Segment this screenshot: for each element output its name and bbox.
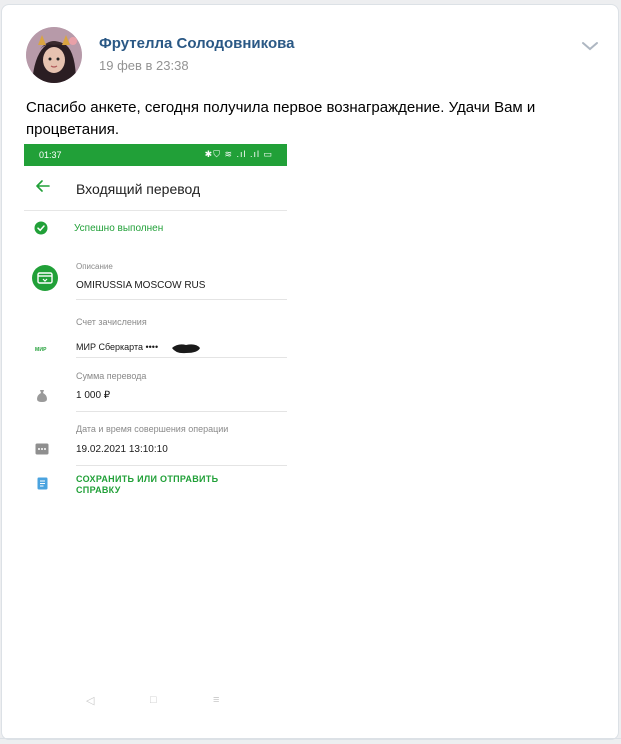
status-success: Успешно выполнен — [74, 223, 164, 234]
mir-logo: МИР — [35, 347, 47, 353]
status-icons: ✱⛉ ≋ .ıl .ıl ▭ — [204, 149, 273, 159]
divider — [76, 357, 287, 358]
transfer-title: Входящий перевод — [76, 181, 201, 197]
amount-label: Сумма перевода — [76, 371, 147, 381]
back-arrow-icon — [36, 180, 50, 192]
check-circle-icon — [34, 221, 48, 235]
document-icon — [37, 477, 48, 490]
author-avatar[interactable] — [26, 27, 82, 83]
description-label: Описание — [76, 262, 113, 271]
app-bar: Входящий перевод — [24, 166, 287, 211]
post-date[interactable]: 19 фев в 23:38 — [99, 58, 189, 73]
amount-value: 1 000 ₽ — [76, 390, 111, 401]
author-name[interactable]: Фрутелла Солодовникова — [99, 35, 295, 52]
save-or-send-receipt-button[interactable]: СОХРАНИТЬ ИЛИ ОТПРАВИТЬ СПРАВКУ — [76, 474, 256, 496]
divider — [0, 738, 621, 739]
redaction-scribble — [172, 344, 200, 354]
nav-back-icon[interactable]: ◁ — [86, 694, 94, 707]
status-time: 01:37 — [39, 150, 62, 160]
divider — [76, 465, 287, 466]
android-nav-bar: ◁ □ ≡ — [24, 692, 287, 712]
card-transfer-icon — [32, 265, 58, 291]
calendar-icon — [35, 443, 49, 455]
phone-status-bar: 01:37 ✱⛉ ≋ .ıl .ıl ▭ — [24, 144, 287, 166]
divider — [76, 411, 287, 412]
divider — [76, 299, 287, 300]
attached-screenshot[interactable]: 01:37 ✱⛉ ≋ .ıl .ıl ▭ Входящий перевод Ус… — [24, 144, 287, 724]
nav-home-icon[interactable]: □ — [150, 694, 157, 706]
description-value: OMIRUSSIA MOSCOW RUS — [76, 280, 206, 291]
nav-menu-icon[interactable]: ≡ — [213, 694, 219, 706]
account-value: МИР Сберкарта •••• — [76, 342, 159, 352]
chevron-down-icon[interactable] — [580, 39, 600, 53]
datetime-label: Дата и время совершения операции — [76, 424, 229, 434]
money-bag-icon — [37, 390, 47, 402]
account-label: Счет зачисления — [76, 317, 147, 327]
datetime-value: 19.02.2021 13:10:10 — [76, 444, 168, 455]
post-text: Спасибо анкете, сегодня получила первое … — [26, 99, 536, 138]
